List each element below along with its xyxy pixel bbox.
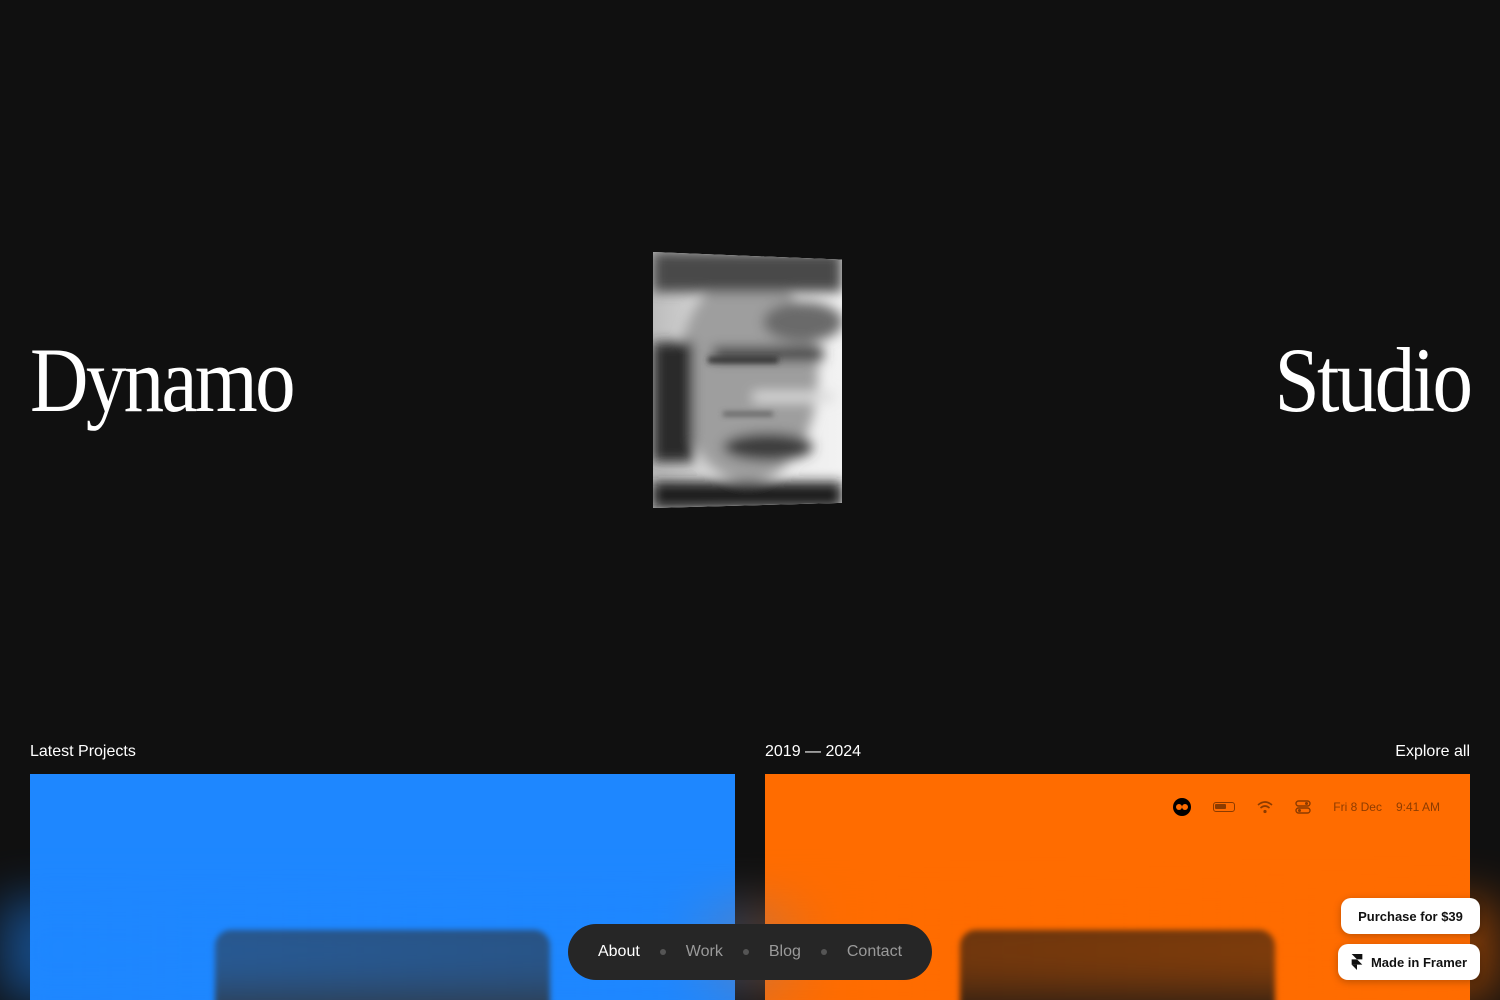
purchase-label: Purchase for $39 xyxy=(1358,908,1463,924)
bottom-nav: About Work Blog Contact xyxy=(568,924,932,980)
explore-all-link[interactable]: Explore all xyxy=(1395,742,1470,762)
nav-separator xyxy=(742,949,749,955)
nav-item-about[interactable]: About xyxy=(598,943,640,961)
nav-item-work[interactable]: Work xyxy=(686,943,723,961)
made-in-framer-label: Made in Framer xyxy=(1370,954,1468,970)
made-in-framer-button[interactable]: Made in Framer xyxy=(1338,944,1480,980)
hero-title-right: Studio xyxy=(1274,329,1472,431)
projects-heading: Latest Projects xyxy=(30,743,136,760)
control-center-icon xyxy=(1295,800,1311,814)
nav-item-blog[interactable]: Blog xyxy=(769,943,801,961)
projects-year-range: 2019 — 2024 xyxy=(765,743,862,760)
device-mockup xyxy=(960,930,1275,1000)
app-logo-icon xyxy=(1173,798,1192,816)
status-date: Fri 8 Dec xyxy=(1333,800,1382,814)
framer-logo-icon xyxy=(1351,954,1363,970)
status-time: 9:41 AM xyxy=(1395,800,1440,814)
hero-portrait-image xyxy=(653,252,842,508)
nav-separator xyxy=(659,949,666,955)
nav-item-contact[interactable]: Contact xyxy=(847,943,902,961)
hero-title-left: Dynamo xyxy=(30,329,296,431)
battery-icon xyxy=(1213,802,1236,812)
nav-separator xyxy=(820,949,827,955)
device-mockup xyxy=(215,930,550,1000)
wifi-icon xyxy=(1257,801,1273,814)
mock-status-bar: Fri 8 Dec 9:41 AM xyxy=(1173,798,1440,816)
purchase-button[interactable]: Purchase for $39 xyxy=(1341,898,1480,934)
